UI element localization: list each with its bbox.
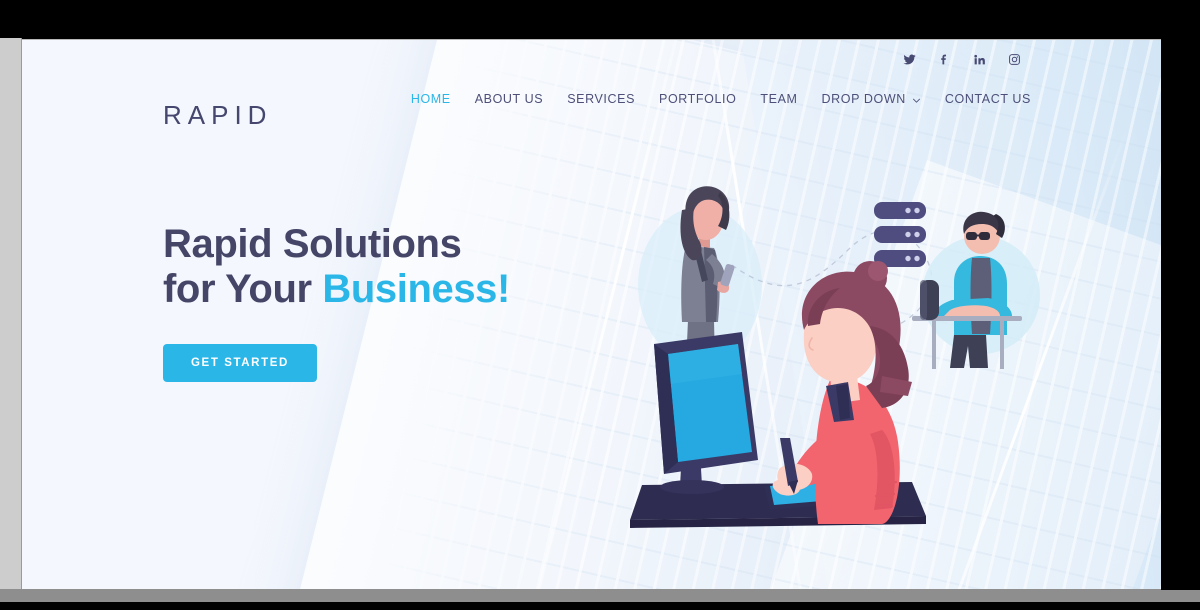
site-header: RAPID HOME ABOUT US SERVICES PORTFOLIO T…: [22, 40, 1161, 160]
nav-item-team[interactable]: TEAM: [748, 86, 809, 112]
os-top-bar: [0, 0, 1200, 38]
chevron-down-icon: [912, 94, 921, 103]
horizontal-scrollbar[interactable]: [0, 589, 1200, 602]
screen-bottom-letterbox: [0, 602, 1200, 610]
hero-content: Rapid Solutions for Your Business! GET S…: [163, 222, 510, 382]
headline-line-1: Rapid Solutions: [163, 222, 462, 266]
nav-item-contact-us[interactable]: CONTACT US: [933, 86, 1043, 112]
business-team-illustration: [582, 130, 1161, 550]
get-started-button[interactable]: GET STARTED: [163, 343, 317, 382]
nav-label: HOME: [410, 92, 451, 106]
site-logo[interactable]: RAPID: [163, 100, 272, 131]
page-title: Rapid Solutions for Your Business!: [163, 222, 510, 312]
nav-label: DROP DOWN: [821, 92, 906, 106]
nav-item-services[interactable]: SERVICES: [555, 86, 647, 112]
nav-item-about-us[interactable]: ABOUT US: [463, 86, 555, 112]
vertical-scrollbar[interactable]: [0, 38, 22, 596]
instagram-icon[interactable]: [1007, 52, 1021, 66]
social-links: [902, 52, 1021, 66]
main-navigation: HOME ABOUT US SERVICES PORTFOLIO TEAM DR…: [399, 86, 1043, 112]
nav-item-portfolio[interactable]: PORTFOLIO: [647, 86, 748, 112]
nav-item-drop-down[interactable]: DROP DOWN: [810, 86, 933, 112]
screen: RAPID HOME ABOUT US SERVICES PORTFOLIO T…: [0, 0, 1200, 610]
nav-label: SERVICES: [567, 92, 636, 106]
headline-accent: Business!: [322, 266, 510, 311]
facebook-icon[interactable]: [937, 52, 951, 66]
twitter-icon[interactable]: [902, 52, 916, 66]
nav-label: PORTFOLIO: [659, 92, 737, 106]
nav-item-home[interactable]: HOME: [399, 86, 463, 112]
screen-right-letterbox: [1161, 38, 1200, 590]
nav-label: ABOUT US: [474, 92, 544, 106]
headline-line-2-prefix: for Your: [163, 266, 323, 311]
page-viewport: RAPID HOME ABOUT US SERVICES PORTFOLIO T…: [22, 39, 1161, 589]
nav-label: CONTACT US: [944, 92, 1031, 106]
seated-person-with-sunglasses: [912, 211, 1040, 369]
nav-label: TEAM: [760, 92, 798, 106]
server-rack-icon: [874, 202, 926, 267]
linkedin-icon[interactable]: [972, 52, 986, 66]
